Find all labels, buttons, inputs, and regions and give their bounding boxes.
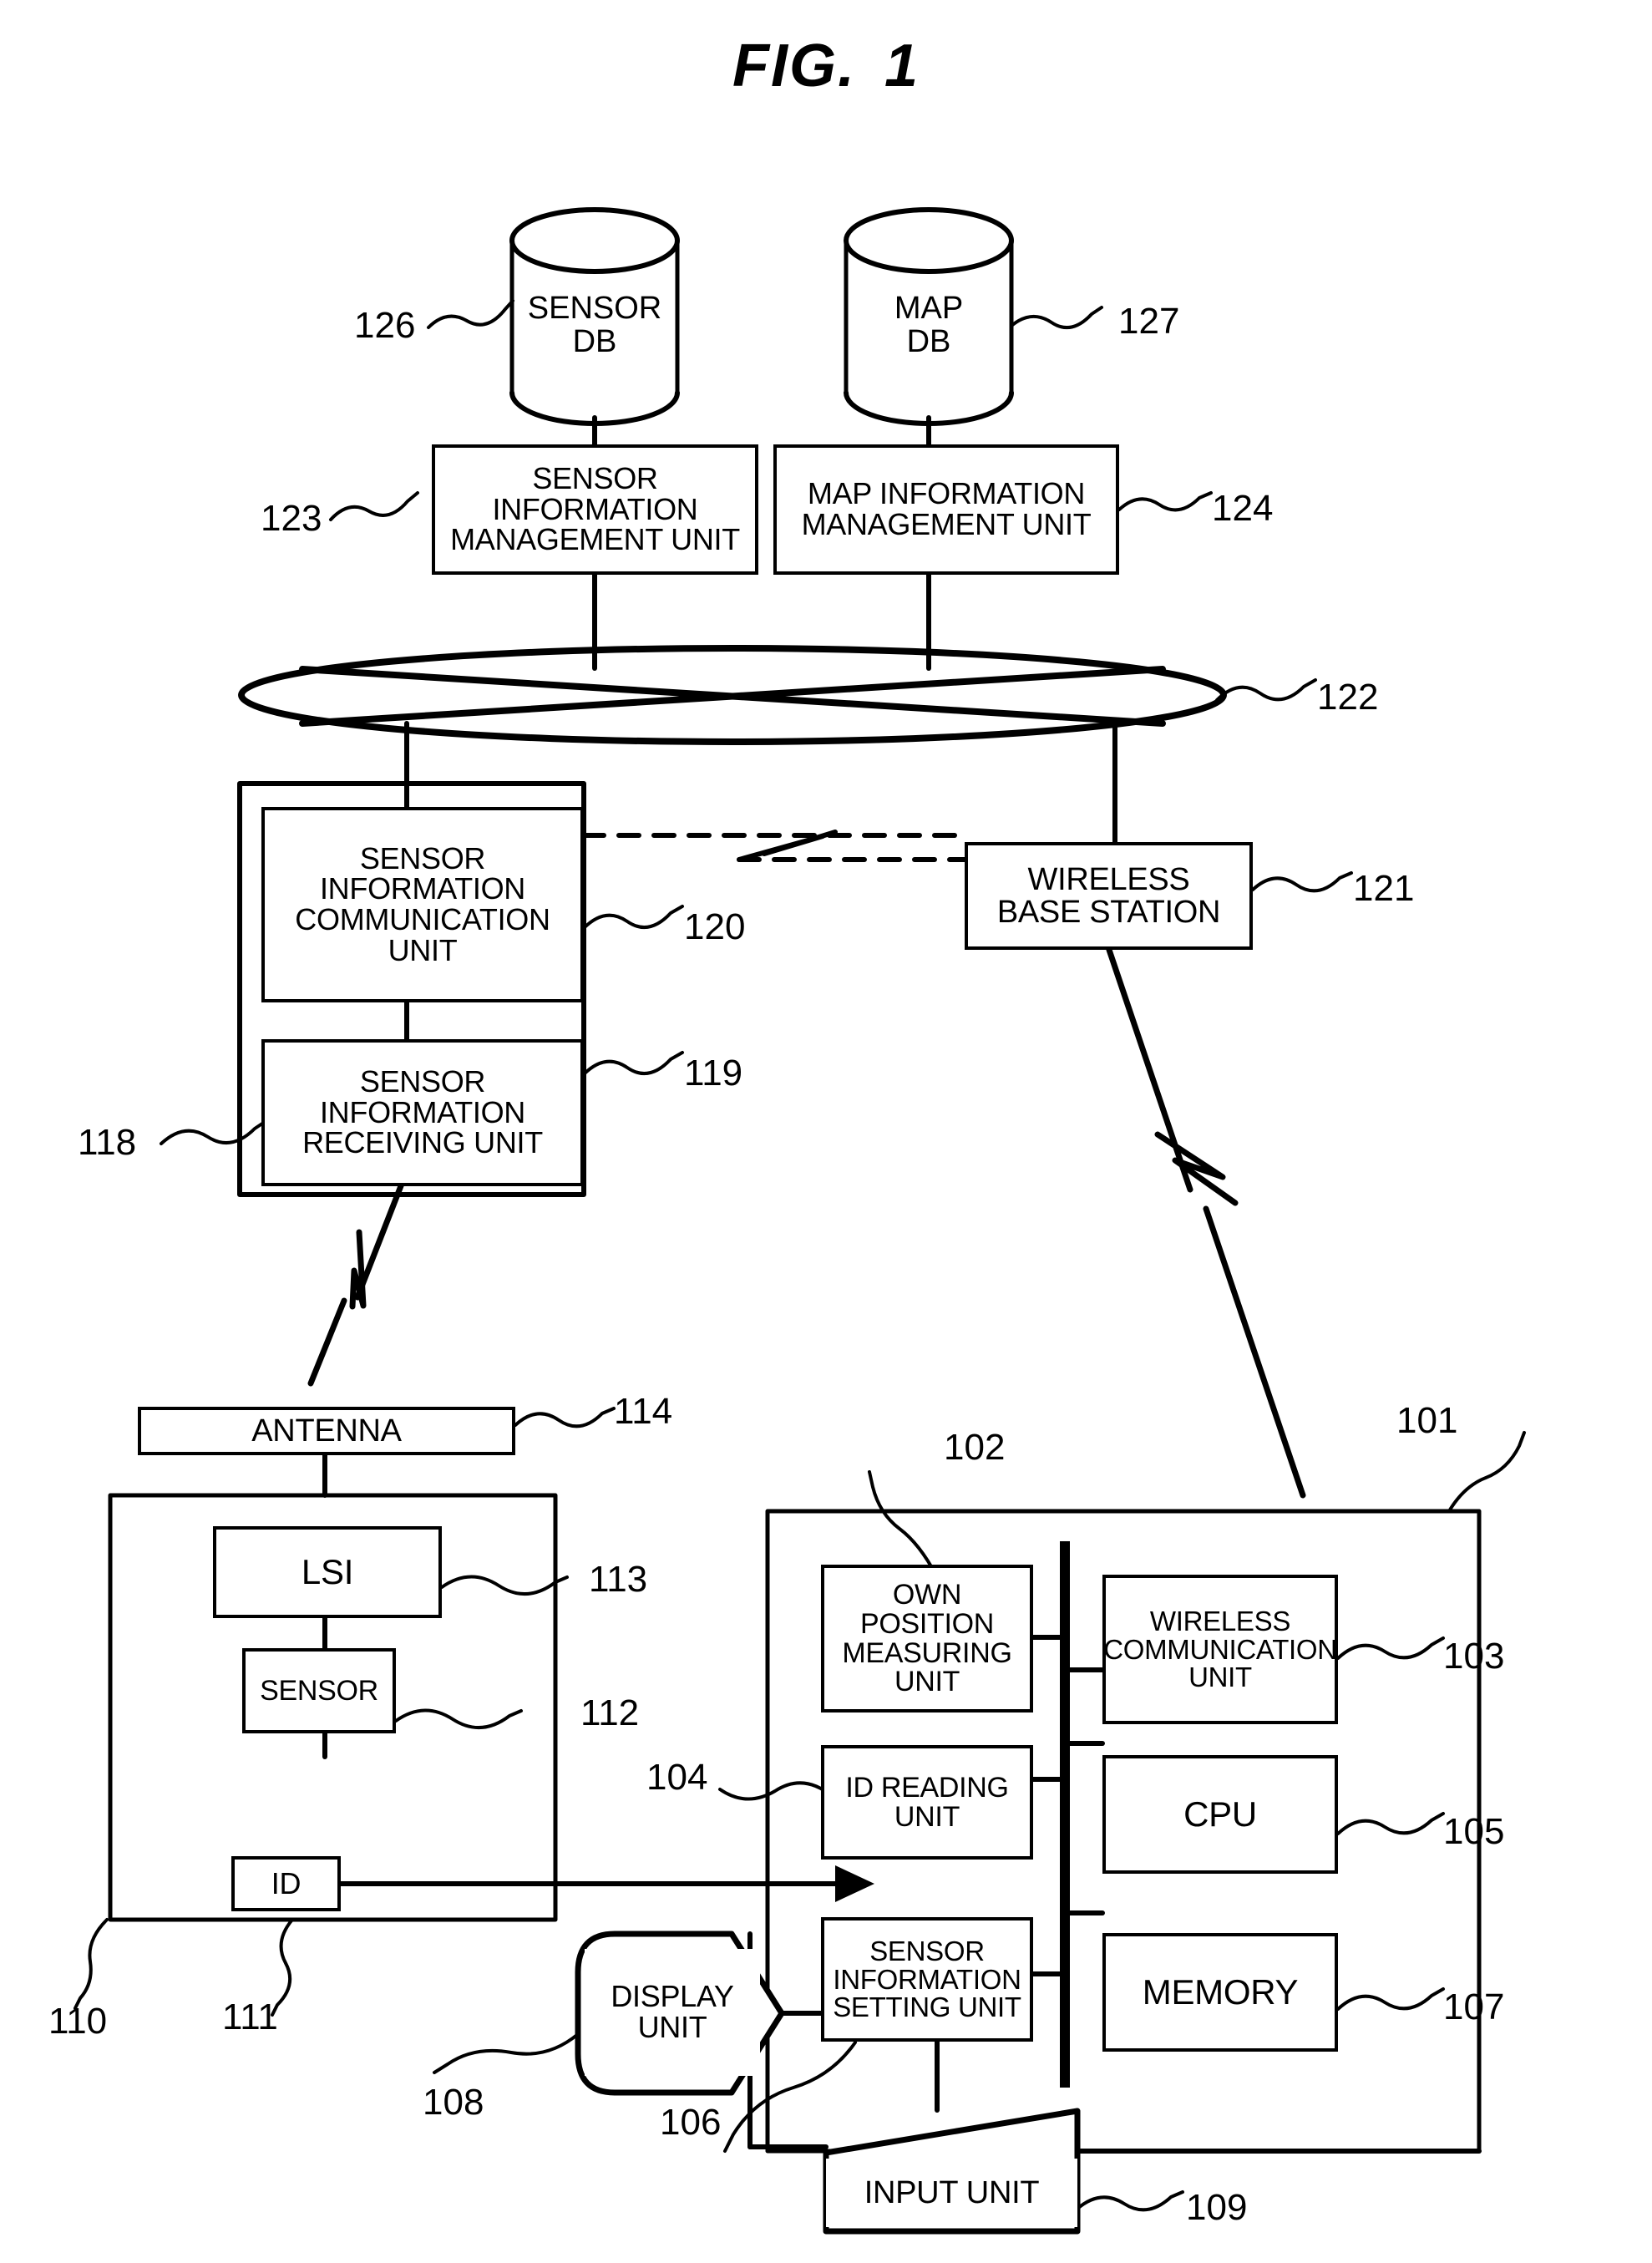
ref-111: 111: [222, 1997, 278, 2037]
wireless-base-station[interactable]: WIRELESS BASE STATION: [965, 842, 1253, 950]
sensor-box[interactable]: SENSOR: [242, 1648, 396, 1733]
antenna-box[interactable]: ANTENNA: [138, 1407, 515, 1455]
sensor-info-receiving-unit[interactable]: SENSOR INFORMATION RECEIVING UNIT: [261, 1039, 584, 1186]
figure-1-diagram: FIG. 1 SENSOR DB 126 MAP DB 127 SENSOR I…: [0, 0, 1652, 2263]
cpu-box[interactable]: CPU: [1102, 1755, 1338, 1874]
terminal-bus-line: [1060, 1541, 1070, 2088]
sensor-info-communication-unit[interactable]: SENSOR INFORMATION COMMUNICATION UNIT: [261, 807, 584, 1002]
network-cloud-shape: [238, 645, 1227, 745]
ref-120: 120: [684, 906, 746, 947]
wireless-link-basestation-terminal: [1106, 946, 1306, 1499]
ref-118: 118: [78, 1122, 137, 1163]
sensor-info-setting-unit[interactable]: SENSOR INFORMATION SETTING UNIT: [821, 1917, 1033, 2042]
lsi-box[interactable]: LSI: [213, 1526, 442, 1618]
ref-123: 123: [261, 498, 322, 539]
ref-103: 103: [1443, 1636, 1505, 1677]
own-position-measuring-unit[interactable]: OWN POSITION MEASURING UNIT: [821, 1565, 1033, 1712]
ref-112: 112: [580, 1692, 640, 1733]
ref-106: 106: [660, 2102, 722, 2143]
ref-121: 121: [1353, 868, 1415, 909]
ref-113: 113: [589, 1559, 648, 1600]
ref-124: 124: [1212, 488, 1274, 529]
ref-105: 105: [1443, 1811, 1505, 1852]
wireless-communication-unit[interactable]: WIRELESS COMMUNICATION UNIT: [1102, 1575, 1338, 1724]
ref-119: 119: [684, 1053, 743, 1093]
id-reading-unit[interactable]: ID READING UNIT: [821, 1745, 1033, 1860]
ref-114: 114: [614, 1391, 673, 1432]
memory-box[interactable]: MEMORY: [1102, 1933, 1338, 2052]
map-db-label: MAP DB: [894, 291, 964, 359]
map-info-management-unit[interactable]: MAP INFORMATION MANAGEMENT UNIT: [773, 444, 1119, 575]
ref-101: 101: [1396, 1400, 1458, 1441]
ref-126: 126: [354, 305, 416, 346]
id-tag-box[interactable]: ID: [231, 1856, 341, 1911]
ref-109: 109: [1186, 2187, 1248, 2228]
wireless-link-antenna-gateway: [307, 1176, 407, 1387]
display-unit[interactable]: DISPLAY UNIT: [585, 1949, 760, 2076]
sensor-info-management-unit[interactable]: SENSOR INFORMATION MANAGEMENT UNIT: [432, 444, 758, 575]
ref-110: 110: [48, 2001, 108, 2042]
ref-108: 108: [423, 2082, 484, 2123]
ref-102: 102: [944, 1427, 1006, 1468]
input-unit[interactable]: INPUT UNIT: [826, 2159, 1077, 2227]
sensor-db-label: SENSOR DB: [527, 291, 662, 359]
ref-107: 107: [1443, 1986, 1505, 2027]
ref-122: 122: [1317, 677, 1379, 718]
ref-127: 127: [1118, 301, 1180, 342]
ref-104: 104: [646, 1757, 708, 1798]
